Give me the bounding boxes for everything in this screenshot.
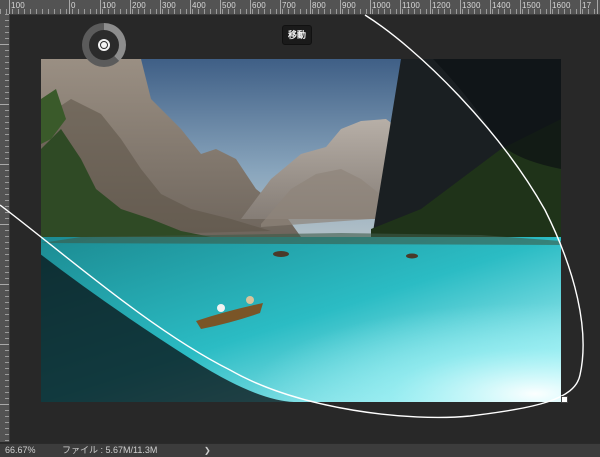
- ruler-label: 1100: [402, 1, 421, 10]
- ruler-mark: [0, 104, 9, 105]
- ruler-label: 300: [162, 1, 176, 10]
- ruler-mark: [340, 0, 341, 14]
- ruler-mark: [0, 44, 9, 45]
- ruler-mark: [9, 0, 10, 14]
- ruler-mark: [100, 0, 101, 14]
- ruler-label: 1400: [492, 1, 511, 10]
- path-anchor-handle[interactable]: [561, 396, 568, 403]
- ruler-mark: [130, 0, 131, 14]
- document-image[interactable]: [41, 59, 561, 402]
- ruler-mark: [597, 0, 598, 14]
- ruler-mark: [280, 0, 281, 14]
- left-ruler-ticks: [5, 14, 9, 442]
- ruler-mark: [0, 284, 9, 285]
- ruler-mark: [0, 224, 9, 225]
- ruler-label: 1600: [552, 1, 571, 10]
- ruler-mark: [460, 0, 461, 14]
- ruler-label: 1300: [462, 1, 481, 10]
- ruler-mark: [69, 0, 70, 14]
- ruler-mark: [580, 0, 581, 14]
- landscape-photo: [41, 59, 561, 402]
- zoom-level[interactable]: 66.67%: [5, 444, 36, 457]
- ruler-mark: [490, 0, 491, 14]
- ruler-label: 800: [312, 1, 326, 10]
- ruler-mark: [250, 0, 251, 14]
- ruler-mark: [550, 0, 551, 14]
- ruler-label: 500: [222, 1, 236, 10]
- ruler-mark: [220, 0, 221, 14]
- ruler-label: 1200: [432, 1, 451, 10]
- ruler-label: 100: [11, 1, 25, 10]
- status-bar: 66.67% ファイル : 5.67M/11.3M ❯: [0, 443, 600, 457]
- top-ruler[interactable]: 100 0 100 200 300 400 500 600 700 800 90…: [0, 0, 600, 15]
- ruler-label: 700: [282, 1, 296, 10]
- ruler-label: 200: [132, 1, 146, 10]
- ruler-label: 17: [582, 1, 592, 10]
- ruler-mark: [0, 404, 9, 405]
- ruler-mark: [310, 0, 311, 14]
- tool-dial-inner: [89, 30, 119, 60]
- ruler-mark: [0, 164, 9, 165]
- ruler-mark: [0, 344, 9, 345]
- ruler-mark: [190, 0, 191, 14]
- ruler-label: 100: [102, 1, 116, 10]
- ruler-label: 600: [252, 1, 266, 10]
- ruler-label: 1500: [522, 1, 541, 10]
- move-tooltip: 移動: [282, 25, 313, 45]
- target-center-icon: [101, 42, 107, 48]
- status-menu-arrow-icon[interactable]: ❯: [204, 444, 211, 457]
- ruler-label: 1000: [372, 1, 391, 10]
- file-info: ファイル : 5.67M/11.3M: [62, 445, 158, 455]
- ruler-label: 400: [192, 1, 206, 10]
- ruler-mark: [370, 0, 371, 14]
- ruler-mark: [520, 0, 521, 14]
- ruler-mark: [400, 0, 401, 14]
- ruler-label: 0: [71, 1, 76, 10]
- tool-dial[interactable]: [82, 23, 126, 67]
- left-ruler[interactable]: [0, 14, 10, 442]
- ruler-label: 900: [342, 1, 356, 10]
- ruler-mark: [160, 0, 161, 14]
- ruler-mark: [430, 0, 431, 14]
